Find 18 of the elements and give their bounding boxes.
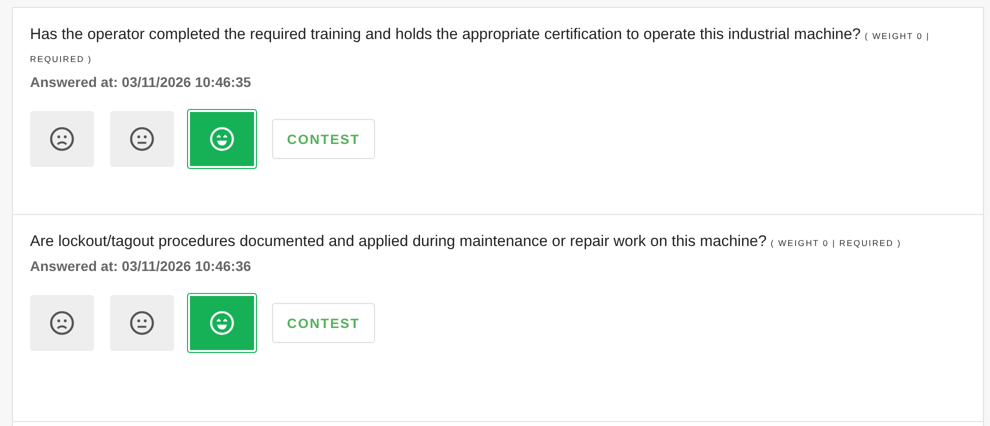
sad-answer-button[interactable]	[30, 295, 94, 351]
happy-face-icon	[209, 310, 235, 336]
neutral-answer-button[interactable]	[110, 295, 174, 351]
happy-answer-button[interactable]	[187, 293, 257, 353]
happy-face-icon	[209, 126, 235, 152]
sad-answer-button[interactable]	[30, 111, 94, 167]
contest-button[interactable]: CONTEST	[272, 119, 375, 159]
neutral-face-icon	[129, 126, 155, 152]
happy-answer-button[interactable]	[187, 109, 257, 169]
neutral-answer-button[interactable]	[110, 111, 174, 167]
contest-button[interactable]: CONTEST	[272, 303, 375, 343]
question-text: Has the operator completed the required training and holds the appropriate certification to operate this industrial machine? ( WEIGHT 0 | REQUIRED )	[30, 25, 931, 66]
answered-timestamp: Answered at: 03/11/2026 10:46:35	[30, 74, 252, 90]
sad-face-icon	[49, 126, 75, 152]
neutral-face-icon	[129, 310, 155, 336]
question-text: Are lockout/tagout procedures documented and applied during maintenance or repair work on this machine? ( WEIGHT 0 | REQUIRED )	[30, 232, 902, 252]
answered-timestamp: Answered at: 03/11/2026 10:46:36	[30, 258, 252, 274]
sad-face-icon	[49, 310, 75, 336]
